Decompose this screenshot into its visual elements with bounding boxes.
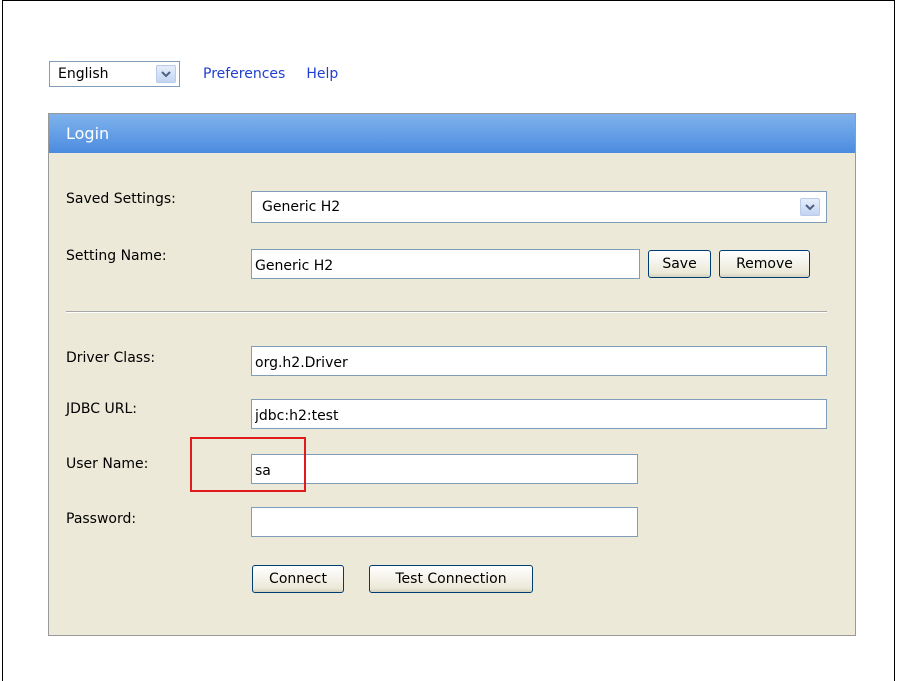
user-name-input[interactable] [251,454,638,484]
saved-settings-value: Generic H2 [262,199,341,215]
login-panel: Login Saved Settings: Generic H2 Setting… [48,113,856,636]
setting-name-input[interactable] [251,249,640,279]
jdbc-url-label: JDBC URL: [66,401,137,417]
test-connection-button[interactable]: Test Connection [369,565,533,593]
login-header: Login [49,114,855,153]
language-select[interactable]: English [49,61,180,87]
user-name-label: User Name: [66,456,149,472]
saved-settings-label: Saved Settings: [66,191,176,207]
chevron-down-icon[interactable] [156,65,176,83]
saved-settings-select[interactable]: Generic H2 [251,191,827,223]
login-title: Login [66,124,110,143]
help-link[interactable]: Help [306,66,338,82]
jdbc-url-input[interactable] [251,399,827,429]
language-select-value: English [58,66,109,82]
chevron-down-icon[interactable] [800,198,820,216]
top-bar: English Preferences Help [49,60,338,88]
password-label: Password: [66,511,137,527]
preferences-link[interactable]: Preferences [203,66,285,82]
driver-class-label: Driver Class: [66,350,156,366]
divider [66,311,827,313]
setting-name-label: Setting Name: [66,248,167,264]
driver-class-input[interactable] [251,346,827,376]
connect-highlight-box [190,437,306,492]
password-input[interactable] [251,507,638,537]
connect-button[interactable]: Connect [252,565,344,593]
save-button[interactable]: Save [648,250,711,278]
remove-button[interactable]: Remove [719,250,810,278]
